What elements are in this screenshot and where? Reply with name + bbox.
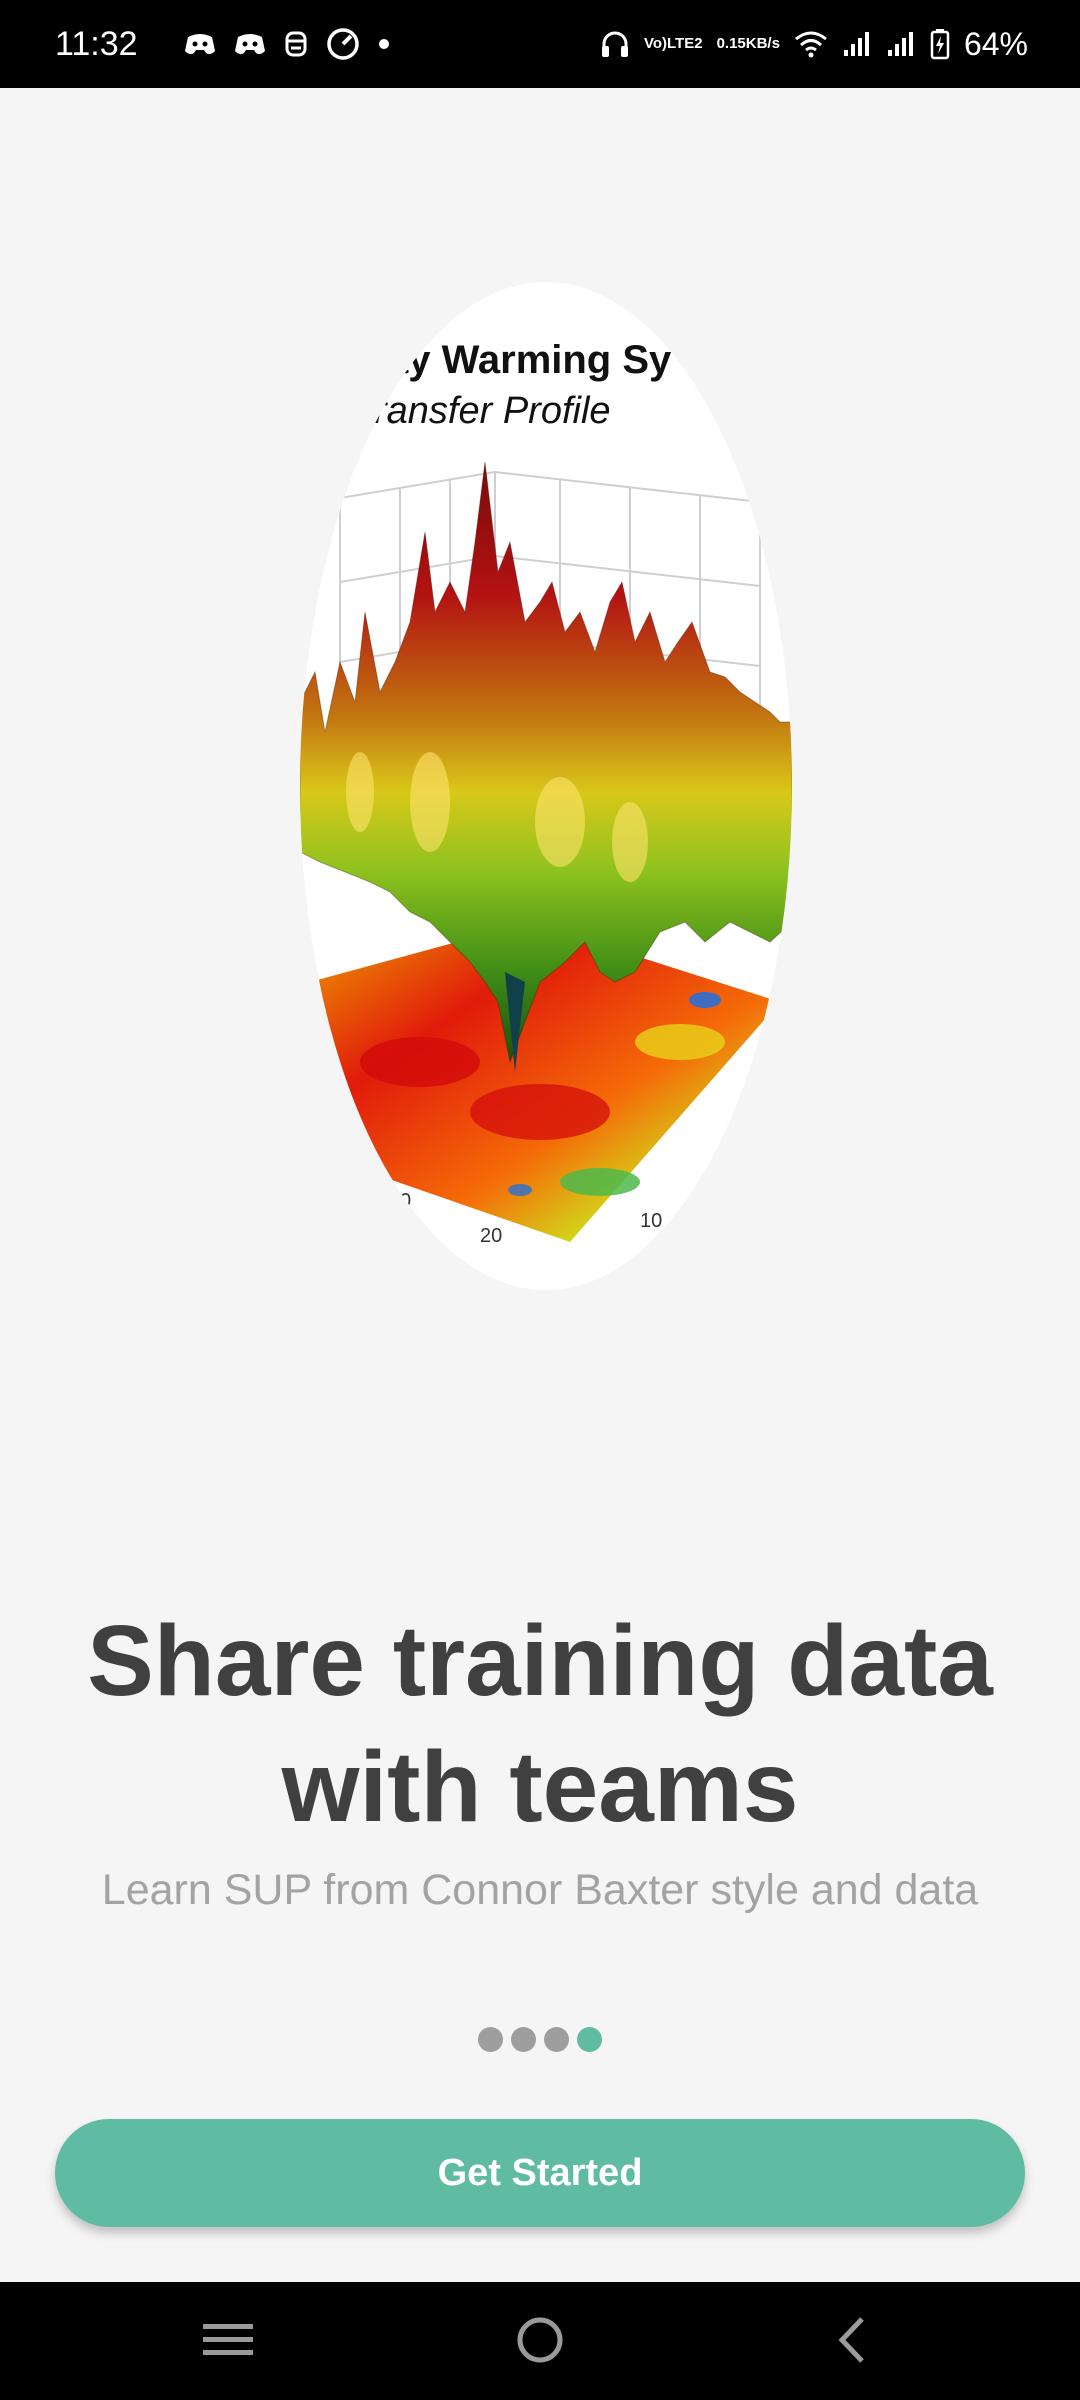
lte-label: LTE2: [667, 35, 703, 52]
speed-unit: KB/s: [745, 35, 780, 52]
onboarding-headline: Share training data with teams: [40, 1598, 1040, 1850]
signal-icon: [886, 30, 916, 58]
menu-button[interactable]: [198, 2312, 258, 2372]
menu-icon: [203, 2320, 253, 2365]
wifi-icon: [794, 30, 828, 58]
back-icon: [832, 2315, 872, 2370]
pagination-dots: [0, 2027, 1080, 2052]
battery-percent: 64%: [963, 25, 1028, 62]
speedometer-icon: [326, 27, 360, 61]
hero-image: 0 20 10 ay Warming Sy ransfer Profile: [300, 282, 792, 1290]
speed-value: 0.15: [716, 35, 746, 52]
back-button[interactable]: [822, 2312, 882, 2372]
signal-icon: [842, 30, 872, 58]
hero-chart-title: ay Warming Sy: [386, 338, 672, 382]
system-nav-bar: [0, 2282, 1080, 2400]
axis-label-a: 0: [400, 1190, 411, 1212]
axis-label-c: 10: [640, 1210, 662, 1232]
axis-label-b: 20: [480, 1225, 502, 1247]
home-icon: [515, 2315, 565, 2370]
page-dot-4-active[interactable]: [577, 2027, 602, 2052]
discord-icon: [234, 31, 266, 57]
page-dot-2[interactable]: [511, 2027, 536, 2052]
page-dot-1[interactable]: [478, 2027, 503, 2052]
discord-icon: [184, 31, 216, 57]
hero-chart-subtitle: ransfer Profile: [374, 390, 611, 432]
page-dot-3[interactable]: [544, 2027, 569, 2052]
onboarding-subheadline: Learn SUP from Connor Baxter style and d…: [101, 1866, 979, 1914]
home-button[interactable]: [510, 2312, 570, 2372]
battery-charging-icon: [930, 28, 950, 60]
dot-icon: [378, 38, 390, 50]
network-speed: 0.15 KB/s: [717, 36, 780, 52]
headphones-icon: [600, 29, 630, 59]
status-time: 11:32: [55, 24, 138, 63]
volte-label: Vo): [643, 35, 667, 52]
status-bar: 11:32 Vo) LTE2 0.15 KB/s 64%: [0, 0, 1080, 88]
get-started-button[interactable]: Get Started: [55, 2119, 1025, 2227]
headline-line-2: with teams: [281, 1731, 799, 1843]
volte-indicator: Vo) LTE2: [644, 36, 703, 52]
headline-line-1: Share training data: [87, 1605, 993, 1717]
mask-icon: [284, 30, 308, 58]
